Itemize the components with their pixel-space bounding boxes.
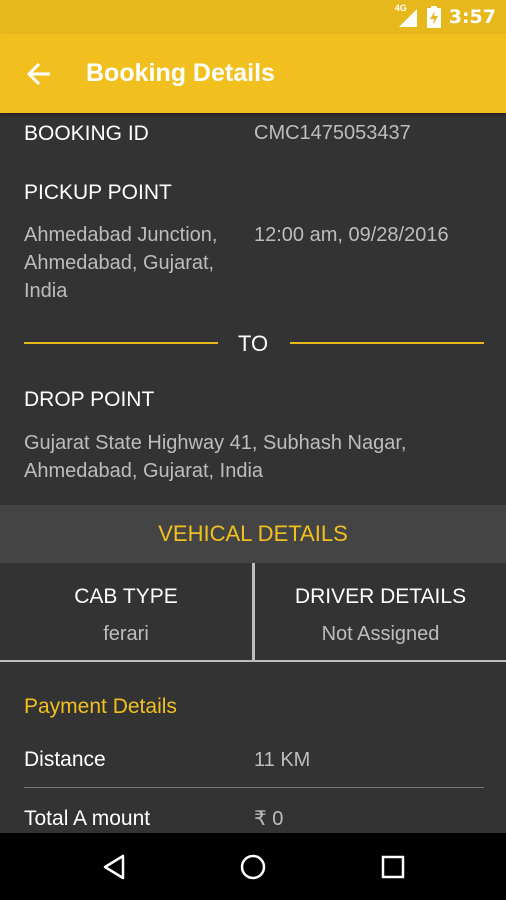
signal-icon: 4G — [394, 3, 419, 28]
driver-details-label: DRIVER DETAILS — [294, 585, 467, 608]
status-bar: 4G 3:57 — [0, 0, 506, 34]
nav-recents-button[interactable] — [353, 833, 433, 900]
vehicle-details-header: VEHICAL DETAILS — [0, 505, 506, 563]
cab-type-cell: CAB TYPE ferari — [0, 563, 252, 661]
driver-details-value: Not Assigned — [321, 623, 440, 645]
pickup-address-line: India — [24, 280, 68, 302]
booking-details-content[interactable]: BOOKING ID CMC1475053437 PICKUP POINT Ah… — [0, 113, 506, 833]
back-button[interactable] — [0, 34, 78, 113]
to-divider-left — [24, 342, 218, 344]
square-recents-icon — [381, 855, 405, 878]
status-time: 3:57 — [448, 6, 496, 28]
arrow-left-icon — [26, 62, 50, 85]
drop-address-line: Gujarat State Highway 41, Subhash Nagar, — [24, 432, 407, 454]
page-title: Booking Details — [86, 59, 275, 87]
pickup-address: Ahmedabad Junction, Ahmedabad, Gujarat, … — [24, 221, 217, 305]
navigation-bar — [0, 833, 506, 900]
triangle-back-icon — [103, 854, 125, 879]
nav-home-button[interactable] — [213, 833, 293, 900]
vehicle-details-title: VEHICAL DETAILS — [158, 521, 348, 546]
drop-address: Gujarat State Highway 41, Subhash Nagar,… — [24, 429, 406, 485]
battery-icon — [426, 6, 441, 28]
pickup-address-line: Ahmedabad Junction, — [24, 224, 218, 246]
to-divider-right — [290, 342, 484, 344]
payment-row-divider — [24, 787, 484, 788]
cab-type-value: ferari — [103, 623, 149, 645]
total-amount-value: ₹ 0 — [254, 808, 284, 830]
distance-value: 11 KM — [254, 749, 311, 771]
pickup-point-label: PICKUP POINT — [24, 181, 172, 204]
cab-type-label: CAB TYPE — [74, 585, 178, 608]
pickup-address-line: Ahmedabad, Gujarat, — [24, 252, 215, 274]
vehicle-section-divider — [0, 660, 506, 662]
status-icons: 4G 3:57 — [395, 0, 496, 34]
booking-id-value: CMC1475053437 — [254, 122, 411, 144]
total-amount-label: Total A mount — [24, 807, 151, 830]
app-bar: Booking Details — [0, 34, 506, 113]
drop-point-label: DROP POINT — [24, 388, 155, 411]
to-label: TO — [238, 331, 269, 356]
drop-address-line: Ahmedabad, Gujarat, India — [24, 460, 264, 482]
network-type-label: 4G — [394, 3, 407, 13]
distance-label: Distance — [24, 748, 106, 771]
booking-id-label: BOOKING ID — [24, 122, 149, 145]
circle-home-icon — [240, 854, 266, 879]
driver-details-cell: DRIVER DETAILS Not Assigned — [255, 563, 506, 661]
nav-back-button[interactable] — [74, 833, 154, 900]
pickup-datetime: 12:00 am, 09/28/2016 — [254, 224, 449, 246]
payment-details-title: Payment Details — [24, 695, 177, 718]
